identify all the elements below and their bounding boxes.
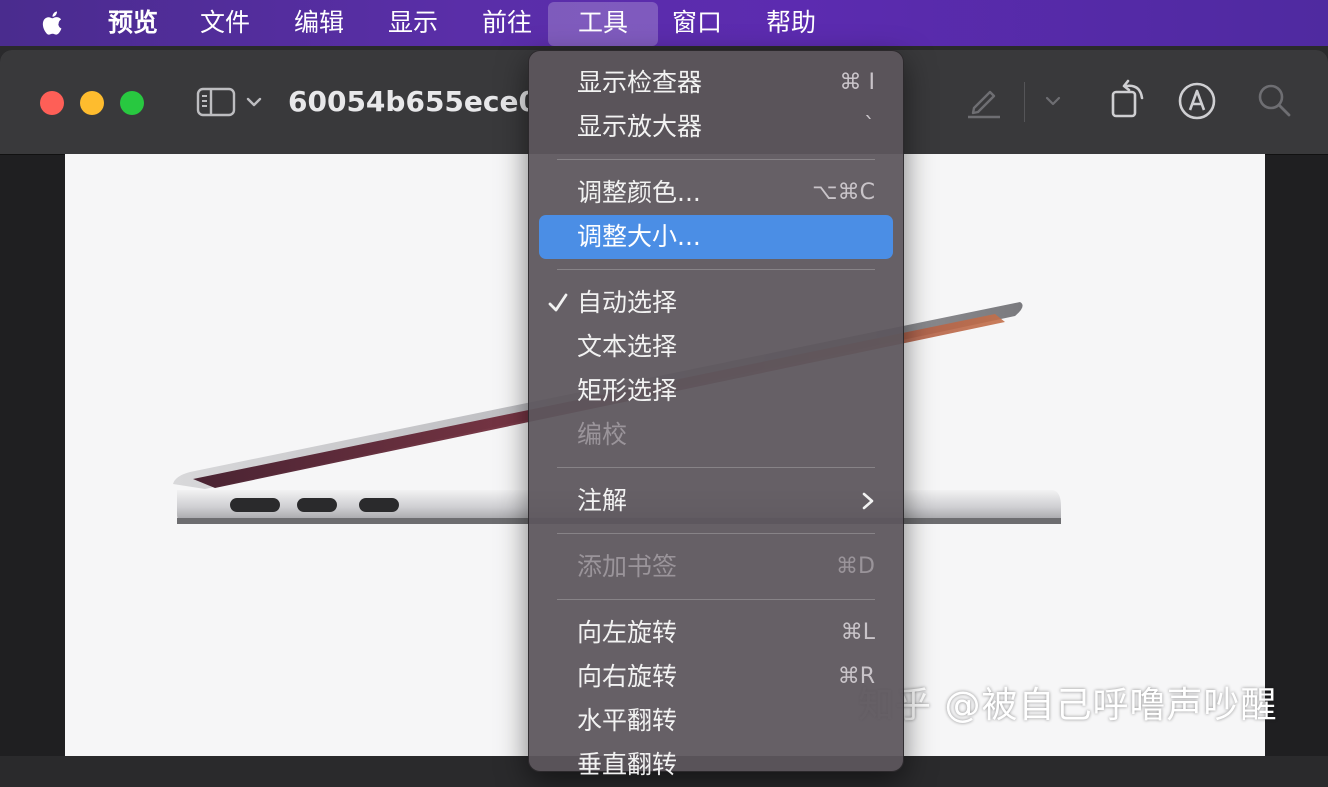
menu-view[interactable]: 显示 (374, 0, 452, 46)
annotate-icon[interactable] (1176, 80, 1218, 122)
menu-item-rect-select[interactable]: 矩形选择 (539, 369, 893, 413)
menu-item-annotate[interactable]: 注解 (539, 479, 893, 523)
minimize-button[interactable] (80, 91, 104, 115)
menu-item-label: 自动选择 (577, 288, 678, 317)
menu-item-redact: 编校 (539, 413, 893, 457)
menu-separator (557, 467, 875, 468)
chevron-down-icon[interactable] (1042, 90, 1064, 112)
chevron-right-icon (862, 492, 874, 510)
menu-edit[interactable]: 编辑 (280, 0, 358, 46)
menu-item-show-magnifier[interactable]: 显示放大器 ` (539, 105, 893, 149)
menu-item-adjust-color[interactable]: 调整颜色... ⌥⌘C (539, 171, 893, 215)
menu-item-label: 显示检查器 (577, 68, 703, 97)
menu-item-add-bookmark: 添加书签 ⌘D (539, 545, 893, 589)
menu-go[interactable]: 前往 (468, 0, 546, 46)
menu-separator (557, 159, 875, 160)
menu-item-shortcut: ⌘R (837, 664, 875, 689)
zoom-button[interactable] (120, 91, 144, 115)
menu-item-label: 向右旋转 (577, 662, 678, 691)
menu-item-label: 调整颜色... (577, 178, 701, 207)
menu-separator (557, 269, 875, 270)
close-button[interactable] (40, 91, 64, 115)
rotate-icon[interactable] (1106, 78, 1150, 122)
menu-bar: 预览 文件 编辑 显示 前往 工具 窗口 帮助 (0, 0, 1328, 46)
menu-item-auto-select[interactable]: 自动选择 (539, 281, 893, 325)
menu-item-text-select[interactable]: 文本选择 (539, 325, 893, 369)
menu-item-label: 显示放大器 (577, 112, 703, 141)
menu-item-shortcut: ` (864, 114, 875, 139)
markup-pen-icon[interactable] (964, 80, 1004, 120)
menu-item-label: 添加书签 (577, 552, 678, 581)
tools-menu: 显示检查器 ⌘ I 显示放大器 ` 调整颜色... ⌥⌘C 调整大小... 自动… (528, 50, 904, 779)
menu-window[interactable]: 窗口 (658, 0, 736, 46)
menu-item-adjust-size[interactable]: 调整大小... (539, 215, 893, 259)
menu-separator (557, 599, 875, 600)
menu-item-rotate-left[interactable]: 向左旋转 ⌘L (539, 611, 893, 655)
toolbar-divider (1024, 82, 1025, 122)
menu-item-flip-horizontal[interactable]: 水平翻转 (539, 699, 893, 743)
menu-item-rotate-right[interactable]: 向右旋转 ⌘R (539, 655, 893, 699)
menu-item-label: 编校 (577, 420, 628, 449)
menu-preview[interactable]: 预览 (94, 0, 172, 46)
menu-item-label: 垂直翻转 (577, 750, 678, 779)
menu-item-shortcut: ⌘L (840, 620, 875, 645)
menu-item-show-inspector[interactable]: 显示检查器 ⌘ I (539, 61, 893, 105)
sidebar-toggle-icon[interactable] (196, 86, 266, 118)
menu-item-shortcut: ⌘D (836, 554, 875, 579)
menu-item-label: 注解 (577, 486, 628, 515)
menu-separator (557, 533, 875, 534)
watermark: 知乎 @被自己呼噜声吵醒 (858, 685, 1278, 726)
search-icon[interactable] (1256, 82, 1294, 120)
menu-item-shortcut: ⌥⌘C (812, 180, 875, 205)
checkmark-icon (548, 293, 568, 312)
menu-item-label: 调整大小... (577, 222, 701, 251)
menu-item-label: 向左旋转 (577, 618, 678, 647)
menu-file[interactable]: 文件 (186, 0, 264, 46)
menu-item-label: 水平翻转 (577, 706, 678, 735)
menu-item-label: 矩形选择 (577, 376, 678, 405)
window-title: 60054b655ece0 (288, 85, 528, 118)
menu-item-shortcut: ⌘ I (839, 70, 875, 95)
menu-help[interactable]: 帮助 (752, 0, 830, 46)
menu-item-label: 文本选择 (577, 332, 678, 361)
menu-tools[interactable]: 工具 (548, 2, 658, 46)
menu-item-flip-vertical[interactable]: 垂直翻转 (539, 743, 893, 787)
apple-logo-icon[interactable] (38, 8, 68, 38)
